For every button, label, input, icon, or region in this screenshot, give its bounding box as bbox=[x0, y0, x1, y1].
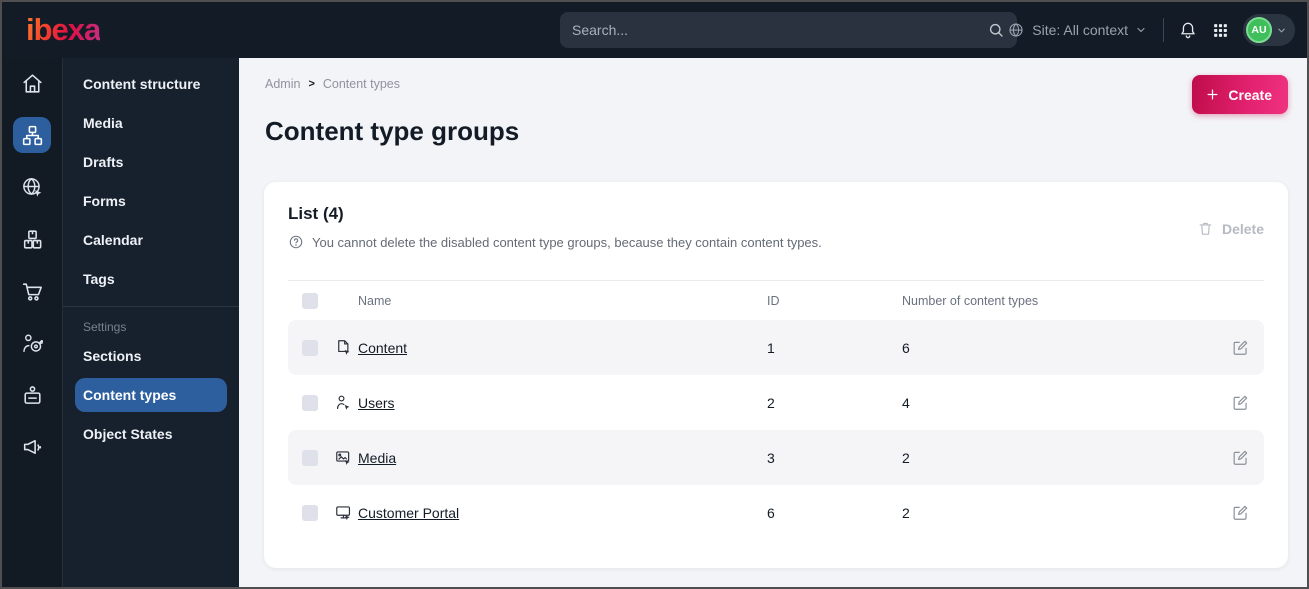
settings-section-label: Settings bbox=[83, 320, 127, 334]
info-row: You cannot delete the disabled content t… bbox=[288, 234, 1264, 250]
row-checkbox[interactable] bbox=[302, 394, 318, 411]
icon-rail bbox=[2, 58, 62, 587]
row-checkbox[interactable] bbox=[302, 504, 318, 521]
file-icon bbox=[328, 338, 358, 357]
row-checkbox[interactable] bbox=[302, 339, 318, 356]
rail-item-campaign[interactable] bbox=[13, 429, 51, 465]
sidebar-item-forms[interactable]: Forms bbox=[63, 181, 239, 220]
create-button-label: Create bbox=[1228, 86, 1272, 103]
sidebar-item-calendar[interactable]: Calendar bbox=[63, 220, 239, 259]
table-row-content: Content 1 6 bbox=[288, 320, 1264, 375]
breadcrumb-separator: > bbox=[308, 78, 315, 90]
chevron-down-icon bbox=[1276, 25, 1287, 36]
group-content-types-count: 2 bbox=[902, 449, 910, 466]
group-name-link[interactable]: Media bbox=[358, 450, 767, 466]
info-text: You cannot delete the disabled content t… bbox=[312, 234, 822, 250]
id-badge-icon bbox=[20, 383, 45, 408]
delete-button[interactable]: Delete bbox=[1197, 220, 1264, 237]
group-name-link[interactable]: Content bbox=[358, 340, 767, 356]
person-target-icon bbox=[20, 331, 45, 356]
trash-icon bbox=[1197, 220, 1214, 237]
ibexa-admin-window: ibexa Site: All context bbox=[0, 0, 1309, 589]
user-icon bbox=[328, 393, 358, 412]
group-name-link[interactable]: Users bbox=[358, 395, 767, 411]
content-type-groups-panel: List (4) You cannot delete the disabled … bbox=[264, 182, 1288, 568]
group-id: 6 bbox=[767, 504, 775, 521]
monitor-icon bbox=[328, 503, 358, 522]
site-context-selector[interactable]: Site: All context bbox=[1007, 21, 1147, 39]
rail-item-content-structure[interactable] bbox=[13, 117, 51, 153]
delete-button-label: Delete bbox=[1221, 220, 1264, 237]
globe-icon bbox=[1007, 21, 1025, 39]
breadcrumb-admin[interactable]: Admin bbox=[265, 77, 300, 91]
breadcrumb-content-types: Content types bbox=[322, 77, 401, 91]
home-icon bbox=[20, 71, 45, 96]
globe-cursor-icon bbox=[20, 175, 45, 200]
sidebar-item-tags[interactable]: Tags bbox=[63, 259, 239, 298]
create-button[interactable]: Create bbox=[1192, 75, 1288, 114]
column-header-id: ID bbox=[767, 293, 780, 308]
select-all-checkbox[interactable] bbox=[302, 292, 318, 309]
site-context-label: Site: All context bbox=[1032, 22, 1128, 38]
table-header: Name ID Number of content types bbox=[288, 280, 1264, 320]
megaphone-icon bbox=[20, 435, 45, 460]
rail-item-cart[interactable] bbox=[13, 273, 51, 309]
table-row-users: Users 2 4 bbox=[288, 375, 1264, 430]
edit-button[interactable] bbox=[1231, 338, 1250, 357]
rail-item-commerce[interactable] bbox=[13, 221, 51, 257]
edit-button[interactable] bbox=[1231, 503, 1250, 522]
search-icon[interactable] bbox=[987, 21, 1005, 39]
page-title: Content type groups bbox=[265, 116, 520, 146]
question-circle-icon bbox=[288, 234, 304, 250]
sidebar-item-object-states[interactable]: Object States bbox=[63, 414, 239, 453]
column-header-count: Number of content types bbox=[902, 293, 1039, 308]
sidebar-item-content-structure[interactable]: Content structure bbox=[63, 64, 239, 103]
sidebar-menu: Content structure Media Drafts Forms Cal… bbox=[62, 58, 239, 587]
chevron-down-icon bbox=[1135, 24, 1147, 36]
table-row-customer-portal: Customer Portal 6 2 bbox=[288, 485, 1264, 540]
user-menu[interactable]: AU bbox=[1243, 14, 1295, 46]
group-id: 1 bbox=[767, 339, 775, 356]
group-name-link[interactable]: Customer Portal bbox=[358, 505, 767, 521]
rail-item-personalization[interactable] bbox=[13, 325, 51, 361]
search-input[interactable] bbox=[572, 22, 987, 38]
sidebar-item-sections[interactable]: Sections bbox=[63, 336, 239, 375]
avatar: AU bbox=[1246, 17, 1272, 43]
rail-item-site[interactable] bbox=[13, 169, 51, 205]
cart-icon bbox=[20, 279, 45, 304]
group-id: 2 bbox=[767, 394, 775, 411]
notifications-bell-icon[interactable] bbox=[1178, 20, 1198, 40]
group-id: 3 bbox=[767, 449, 775, 466]
app-grid-icon[interactable] bbox=[1212, 22, 1229, 39]
ibexa-logo[interactable]: ibexa bbox=[26, 12, 101, 48]
sitemap-icon bbox=[20, 123, 45, 148]
rail-item-home[interactable] bbox=[13, 65, 51, 101]
sidebar-item-content-types[interactable]: Content types bbox=[75, 378, 227, 412]
breadcrumb: Admin > Content types bbox=[265, 77, 400, 91]
content-type-groups-table: Name ID Number of content types Content bbox=[288, 280, 1264, 540]
topbar-right-cluster: Site: All context AU bbox=[1007, 2, 1295, 58]
image-icon bbox=[328, 448, 358, 467]
sidebar-item-drafts[interactable]: Drafts bbox=[63, 142, 239, 181]
topbar: ibexa Site: All context bbox=[2, 2, 1307, 58]
table-row-media: Media 3 2 bbox=[288, 430, 1264, 485]
topbar-divider bbox=[1163, 18, 1164, 42]
packages-icon bbox=[20, 227, 45, 252]
edit-button[interactable] bbox=[1231, 448, 1250, 467]
row-checkbox[interactable] bbox=[302, 449, 318, 466]
group-content-types-count: 2 bbox=[902, 504, 910, 521]
list-heading: List (4) bbox=[288, 204, 344, 223]
group-content-types-count: 6 bbox=[902, 339, 910, 356]
group-content-types-count: 4 bbox=[902, 394, 910, 411]
column-header-name: Name bbox=[358, 293, 392, 308]
plus-icon bbox=[1205, 87, 1220, 102]
edit-button[interactable] bbox=[1231, 393, 1250, 412]
rail-item-corporate-account[interactable] bbox=[13, 377, 51, 413]
sidebar-item-media[interactable]: Media bbox=[63, 103, 239, 142]
main-content: Admin > Content types Create Content typ… bbox=[239, 58, 1307, 587]
global-search bbox=[560, 12, 1017, 48]
